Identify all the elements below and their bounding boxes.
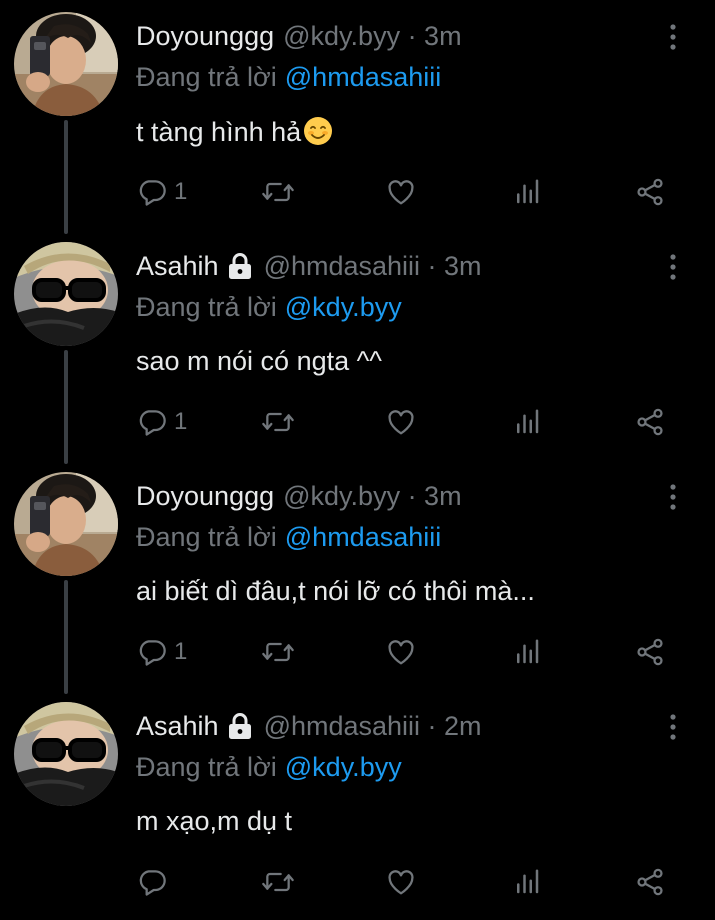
replying-handle-link[interactable]: @hmdasahiii bbox=[285, 522, 441, 552]
handle-and-time: @hmdasahiii · 3m bbox=[263, 250, 482, 281]
replying-label: Đang trả lời bbox=[136, 522, 277, 552]
share-button[interactable] bbox=[634, 390, 666, 454]
share-button[interactable] bbox=[634, 620, 666, 684]
lock-icon bbox=[227, 712, 253, 740]
more-icon[interactable] bbox=[660, 480, 686, 514]
tweet-actions: 1 bbox=[0, 390, 715, 454]
reply-icon bbox=[136, 866, 168, 898]
tweet-text: sao m nói có ngta ^^ bbox=[136, 346, 382, 377]
analytics-icon bbox=[512, 867, 542, 897]
analytics-icon bbox=[512, 637, 542, 667]
doyounggg-avatar-image bbox=[14, 12, 118, 116]
like-button[interactable] bbox=[385, 390, 417, 454]
retweet-button[interactable] bbox=[260, 390, 296, 454]
share-icon bbox=[634, 406, 666, 438]
retweet-icon bbox=[260, 866, 296, 898]
replying-to: Đang trả lời @hmdasahiii bbox=[136, 522, 441, 553]
tweet-actions bbox=[0, 850, 715, 914]
like-icon bbox=[385, 866, 417, 898]
analytics-button[interactable] bbox=[512, 390, 542, 454]
reply-button[interactable]: 1 bbox=[136, 160, 187, 224]
tweet-text: ai biết dì đâu,t nói lỡ có thôi mà... bbox=[136, 576, 535, 607]
replying-label: Đang trả lời bbox=[136, 62, 277, 92]
avatar[interactable] bbox=[14, 242, 118, 346]
tweet-item[interactable]: Doyounggg @kdy.byy · 3m Đang trả lời @hmdas… bbox=[0, 460, 715, 690]
asahih-avatar-image bbox=[14, 242, 118, 346]
avatar[interactable] bbox=[14, 12, 118, 116]
like-icon bbox=[385, 636, 417, 668]
display-name[interactable]: Doyounggg bbox=[136, 21, 274, 52]
retweet-button[interactable] bbox=[260, 620, 296, 684]
display-name[interactable]: Asahih bbox=[136, 711, 219, 742]
share-icon bbox=[634, 176, 666, 208]
replying-label: Đang trả lời bbox=[136, 752, 277, 782]
reply-icon bbox=[136, 636, 168, 668]
analytics-icon bbox=[512, 177, 542, 207]
handle-and-time: @kdy.byy · 3m bbox=[283, 20, 462, 51]
replying-label: Đang trả lời bbox=[136, 292, 277, 322]
analytics-button[interactable] bbox=[512, 850, 542, 914]
tweet-header: Doyounggg @kdy.byy · 3m bbox=[136, 18, 462, 54]
replying-to: Đang trả lời @kdy.byy bbox=[136, 752, 402, 783]
tweet-header: Doyounggg @kdy.byy · 3m bbox=[136, 478, 462, 514]
replying-to: Đang trả lời @kdy.byy bbox=[136, 292, 402, 323]
like-icon bbox=[385, 406, 417, 438]
reply-thread: Doyounggg @kdy.byy · 3m Đang trả lời @hmdas… bbox=[0, 0, 715, 907]
tweet-actions: 1 bbox=[0, 160, 715, 224]
reply-button[interactable] bbox=[136, 850, 174, 914]
reply-count: 1 bbox=[174, 638, 188, 665]
retweet-icon bbox=[260, 176, 296, 208]
display-name[interactable]: Doyounggg bbox=[136, 481, 274, 512]
reply-button[interactable]: 1 bbox=[136, 620, 187, 684]
more-icon[interactable] bbox=[660, 250, 686, 284]
share-icon bbox=[634, 636, 666, 668]
tweet-text-content: t tàng hình hả bbox=[136, 117, 302, 147]
tweet-item[interactable]: Doyounggg @kdy.byy · 3m Đang trả lời @hmdas… bbox=[0, 0, 715, 230]
replying-handle-link[interactable]: @hmdasahiii bbox=[285, 62, 441, 92]
reply-icon bbox=[136, 406, 168, 438]
smiling-face-emoji bbox=[303, 116, 333, 146]
tweet-header: Asahih @hmdasahiii · 3m bbox=[136, 248, 482, 284]
retweet-icon bbox=[260, 406, 296, 438]
replying-handle-link[interactable]: @kdy.byy bbox=[285, 292, 402, 322]
tweet-text: m xạo,m dụ t bbox=[136, 806, 292, 837]
tweet-header: Asahih @hmdasahiii · 2m bbox=[136, 708, 482, 744]
replying-to: Đang trả lời @hmdasahiii bbox=[136, 62, 441, 93]
reply-button[interactable]: 1 bbox=[136, 390, 187, 454]
analytics-button[interactable] bbox=[512, 160, 542, 224]
like-button[interactable] bbox=[385, 620, 417, 684]
display-name[interactable]: Asahih bbox=[136, 251, 219, 282]
replying-handle-link[interactable]: @kdy.byy bbox=[285, 752, 402, 782]
more-icon[interactable] bbox=[660, 710, 686, 744]
like-button[interactable] bbox=[385, 160, 417, 224]
share-icon bbox=[634, 866, 666, 898]
asahih-avatar-image bbox=[14, 702, 118, 806]
tweet-text: t tàng hình hả bbox=[136, 116, 333, 148]
analytics-icon bbox=[512, 407, 542, 437]
tweet-item[interactable]: Asahih @hmdasahiii · 3m Đang trả lời @kdy.b… bbox=[0, 230, 715, 460]
analytics-button[interactable] bbox=[512, 620, 542, 684]
reply-count: 1 bbox=[174, 408, 188, 435]
share-button[interactable] bbox=[634, 850, 666, 914]
retweet-icon bbox=[260, 636, 296, 668]
avatar[interactable] bbox=[14, 702, 118, 806]
retweet-button[interactable] bbox=[260, 850, 296, 914]
more-icon[interactable] bbox=[660, 20, 686, 54]
tweet-text-content: m xạo,m dụ t bbox=[136, 806, 293, 836]
reply-count: 1 bbox=[174, 178, 188, 205]
tweet-item[interactable]: Asahih @hmdasahiii · 2m Đang trả lời @kdy.b… bbox=[0, 690, 715, 920]
avatar[interactable] bbox=[14, 472, 118, 576]
retweet-button[interactable] bbox=[260, 160, 296, 224]
handle-and-time: @hmdasahiii · 2m bbox=[263, 710, 482, 741]
lock-icon bbox=[227, 252, 253, 280]
like-button[interactable] bbox=[385, 850, 417, 914]
doyounggg-avatar-image bbox=[14, 472, 118, 576]
tweet-actions: 1 bbox=[0, 620, 715, 684]
reply-icon bbox=[136, 176, 168, 208]
like-icon bbox=[385, 176, 417, 208]
tweet-text-content: sao m nói có ngta ^^ bbox=[136, 346, 382, 376]
tweet-text-content: ai biết dì đâu,t nói lỡ có thôi mà... bbox=[136, 576, 535, 606]
handle-and-time: @kdy.byy · 3m bbox=[283, 480, 462, 511]
share-button[interactable] bbox=[634, 160, 666, 224]
